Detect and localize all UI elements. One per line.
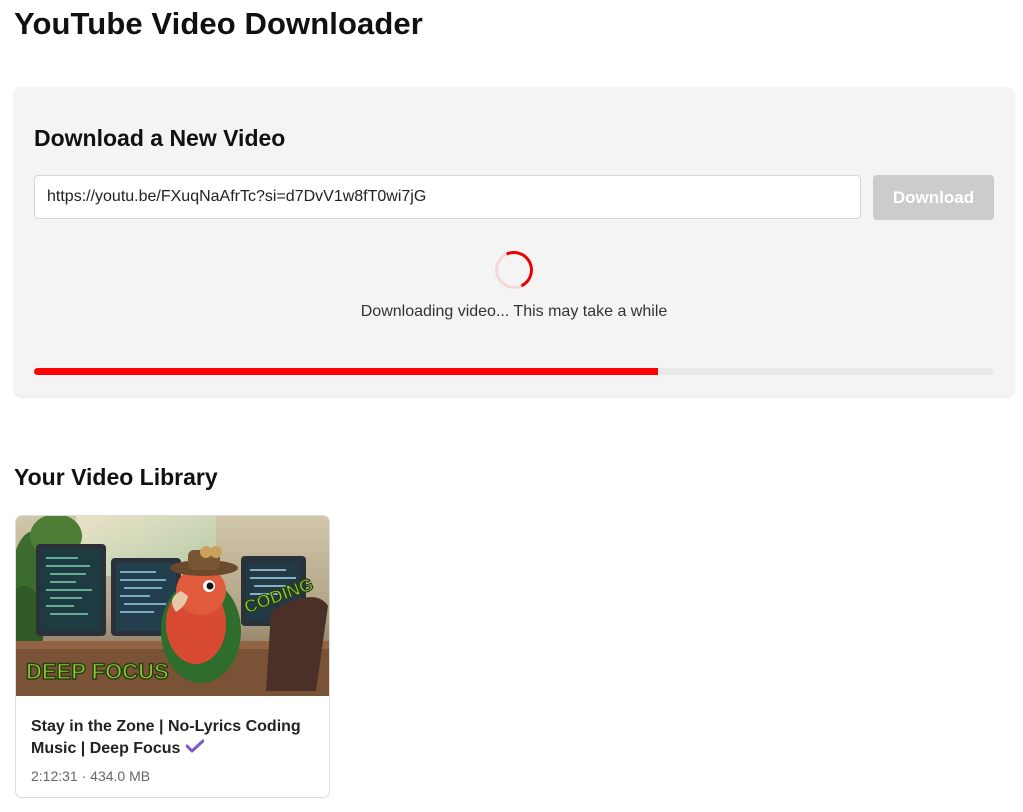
- meta-separator: ·: [77, 768, 91, 784]
- library-heading: Your Video Library: [14, 464, 218, 490]
- video-meta: 2:12:31 · 434.0 MB: [31, 768, 150, 784]
- download-heading: Download a New Video: [34, 125, 286, 151]
- thumbnail-text-left: DEEP FOCUS: [26, 659, 169, 684]
- video-thumbnail[interactable]: DEEP FOCUS CODING: [16, 516, 329, 696]
- video-title-text[interactable]: Stay in the Zone | No-Lyrics Coding Musi…: [31, 718, 301, 757]
- check-icon: [185, 738, 205, 760]
- download-button[interactable]: Download: [873, 175, 994, 220]
- progress-bar-fill: [34, 368, 658, 375]
- video-duration: 2:12:31: [31, 768, 78, 784]
- video-title[interactable]: Stay in the Zone | No-Lyrics Coding Musi…: [31, 716, 316, 760]
- progress-bar: [34, 368, 994, 375]
- url-input[interactable]: [34, 175, 861, 219]
- download-status-text: Downloading video... This may take a whi…: [360, 303, 668, 320]
- video-size: 434.0 MB: [90, 768, 151, 784]
- download-panel: Download a New Video Download Downloadin…: [14, 87, 1014, 396]
- page-title: YouTube Video Downloader: [14, 6, 423, 41]
- loading-spinner-icon: [489, 245, 539, 295]
- video-card[interactable]: DEEP FOCUS CODING Stay in the Zone | No-…: [15, 515, 330, 798]
